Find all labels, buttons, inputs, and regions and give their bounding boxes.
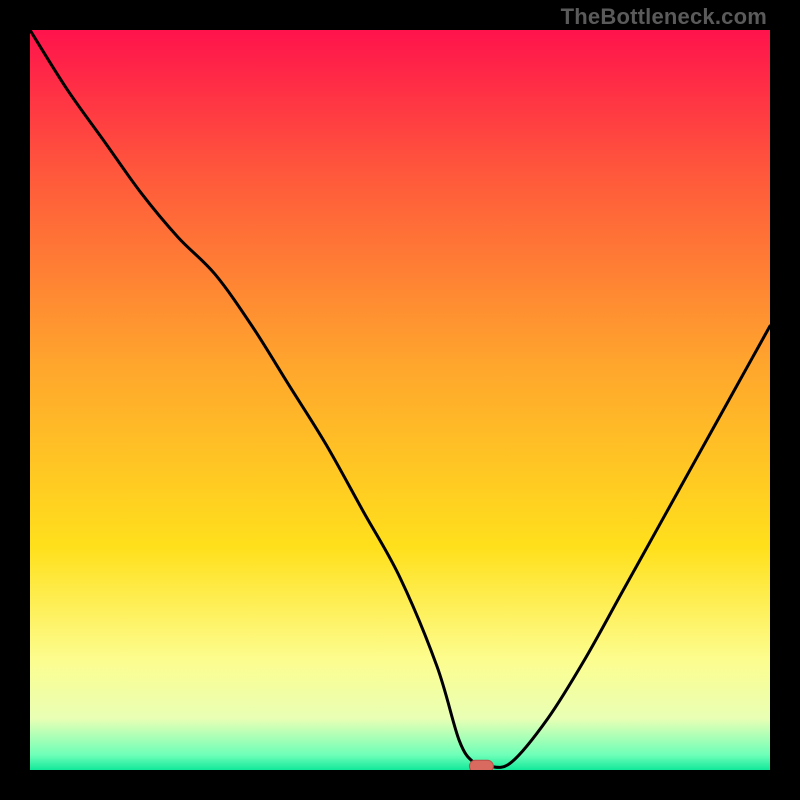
chart-frame: TheBottleneck.com	[0, 0, 800, 800]
plot-area	[30, 30, 770, 770]
curve-layer	[30, 30, 770, 770]
bottleneck-curve	[30, 30, 770, 767]
watermark-text: TheBottleneck.com	[561, 4, 767, 30]
optimal-marker	[469, 760, 493, 770]
